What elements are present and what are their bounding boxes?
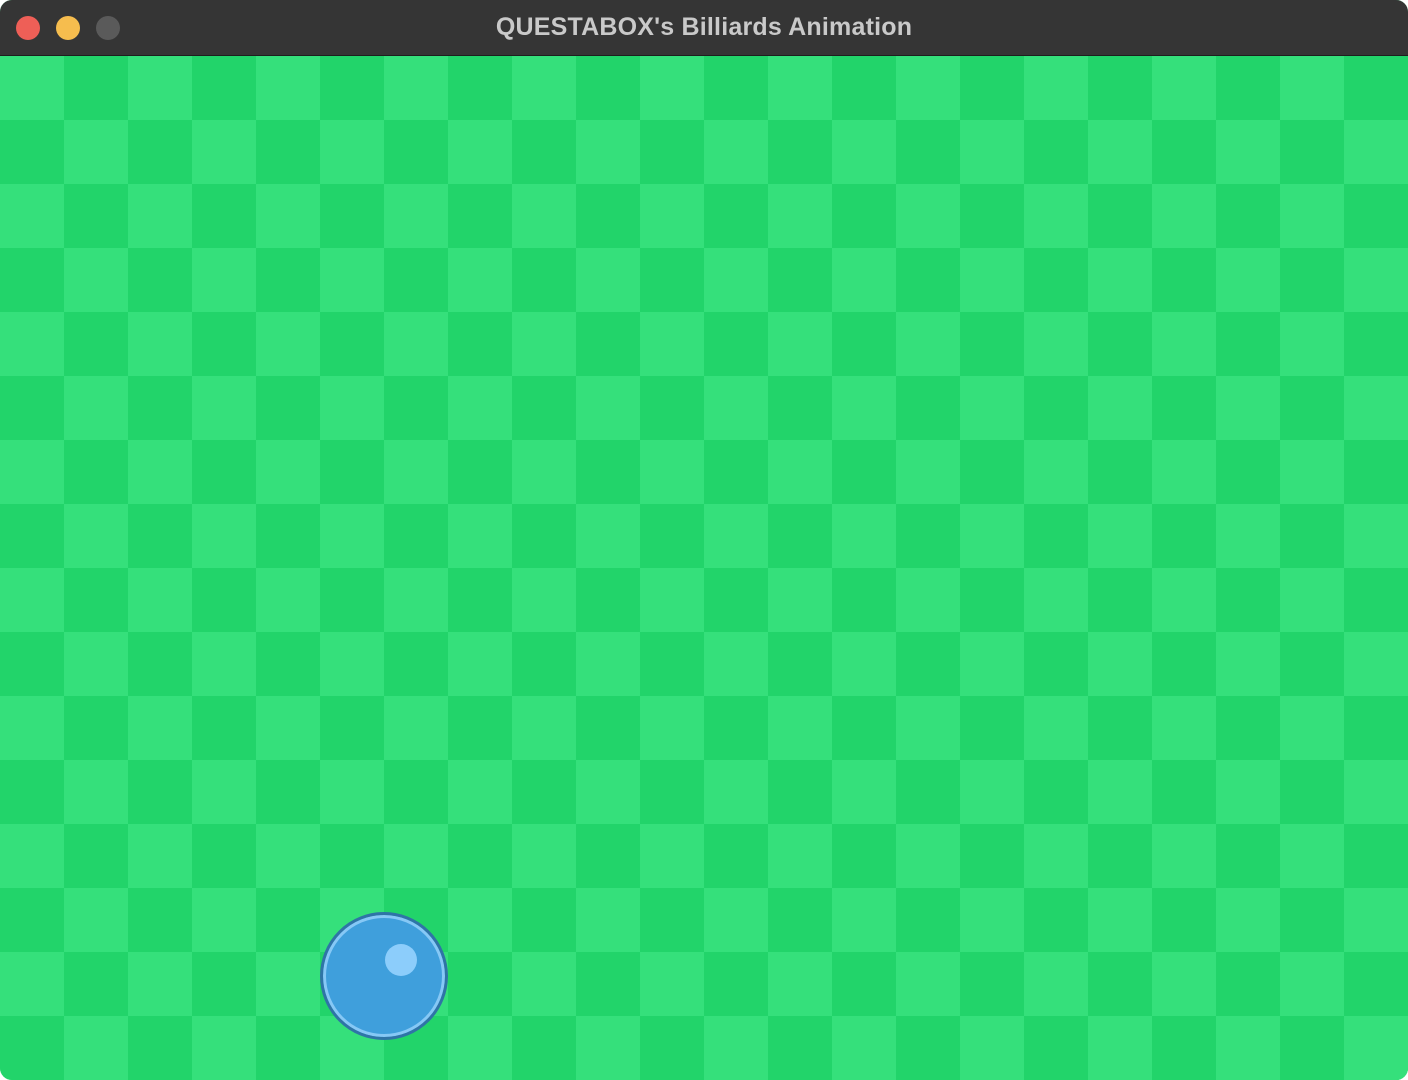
ball-highlight bbox=[385, 944, 417, 976]
title-bar[interactable]: QUESTABOX's Billiards Animation bbox=[0, 0, 1408, 56]
app-window: QUESTABOX's Billiards Animation bbox=[0, 0, 1408, 1080]
billiards-table[interactable] bbox=[0, 56, 1408, 1080]
billiard-ball[interactable] bbox=[320, 912, 448, 1040]
window-title: QUESTABOX's Billiards Animation bbox=[495, 13, 913, 41]
